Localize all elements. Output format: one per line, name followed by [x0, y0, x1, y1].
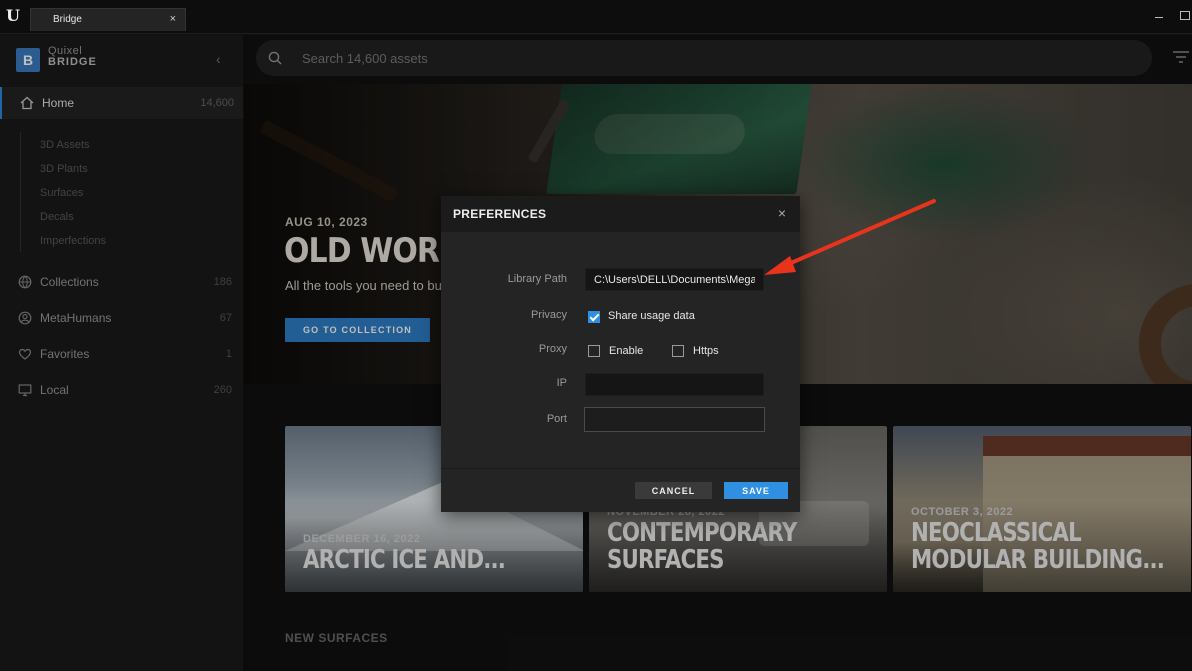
sidebar-item-collections[interactable]: Collections 186	[18, 272, 232, 292]
sidebar-item-local[interactable]: Local 260	[18, 380, 232, 400]
sidebar-item-count: 186	[213, 276, 232, 288]
sidebar: B Quixel BRIDGE ‹ Home 14,600 3D Assets …	[0, 35, 244, 671]
ip-input[interactable]	[585, 373, 764, 396]
sidebar-subitem-3d-assets[interactable]: 3D Assets	[40, 139, 90, 151]
proxy-enable-checkbox[interactable]	[588, 345, 600, 357]
sidebar-item-label: Collections	[40, 275, 99, 289]
hero-description: All the tools you need to bui	[285, 278, 445, 293]
monitor-icon	[18, 384, 32, 397]
sidebar-item-label: MetaHumans	[40, 311, 112, 325]
sidebar-subitem-surfaces[interactable]: Surfaces	[40, 187, 83, 199]
card-date: DECEMBER 16, 2022	[303, 533, 421, 545]
sidebar-item-home[interactable]: Home 14,600	[0, 87, 243, 119]
maximize-icon[interactable]	[1180, 11, 1190, 20]
share-usage-checkbox[interactable]	[588, 311, 600, 323]
brand-name: Quixel BRIDGE	[48, 46, 97, 68]
bridge-logo-icon: B	[16, 48, 40, 72]
tab-bridge[interactable]: Bridge ×	[30, 8, 186, 31]
sidebar-home-row: Home 14,600	[20, 93, 234, 113]
search-icon	[268, 51, 282, 65]
port-input[interactable]	[584, 407, 765, 432]
sidebar-item-label: Local	[40, 383, 69, 397]
section-title: NEW SURFACES	[285, 631, 388, 645]
title-bar: U Bridge ×	[0, 0, 1192, 34]
dialog-title: PREFERENCES	[453, 207, 547, 221]
proxy-label: Proxy	[538, 343, 567, 355]
sidebar-item-favorites[interactable]: Favorites 1	[18, 344, 232, 364]
heart-icon	[18, 348, 32, 360]
library-path-label: Library Path	[507, 273, 567, 285]
subnav-divider	[20, 132, 21, 252]
dialog-divider	[441, 468, 800, 469]
minimize-icon[interactable]	[1150, 6, 1164, 24]
filter-icon[interactable]	[1171, 49, 1191, 65]
port-label: Port	[546, 413, 567, 425]
sidebar-item-count: 14,600	[200, 97, 234, 109]
hero-date: AUG 10, 2023	[285, 215, 368, 229]
search-input[interactable]	[302, 49, 1102, 67]
search-bar[interactable]	[256, 40, 1152, 76]
card-title: NEOCLASSICAL MODULAR BUILDING...	[911, 518, 1165, 575]
tab-label: Bridge	[53, 14, 82, 25]
sidebar-subitem-decals[interactable]: Decals	[40, 211, 74, 223]
go-to-collection-button[interactable]: GO TO COLLECTION	[285, 318, 430, 342]
unreal-logo-icon: U	[6, 6, 20, 25]
tab-close-icon[interactable]: ×	[170, 13, 176, 25]
library-path-input[interactable]	[585, 268, 764, 291]
sidebar-item-label: Home	[42, 96, 75, 110]
ip-label: IP	[556, 377, 567, 389]
card-date: OCTOBER 3, 2022	[911, 506, 1014, 518]
privacy-label: Privacy	[530, 309, 567, 321]
card-title: ARCTIC ICE AND...	[303, 545, 506, 575]
proxy-https-checkbox[interactable]	[672, 345, 684, 357]
sidebar-subitem-imperfections[interactable]: Imperfections	[40, 235, 106, 247]
close-icon[interactable]: ×	[774, 205, 790, 221]
share-usage-label: Share usage data	[608, 310, 695, 322]
globe-icon	[18, 275, 32, 289]
proxy-enable-label: Enable	[609, 345, 644, 357]
home-icon	[20, 96, 34, 110]
sidebar-item-count: 1	[225, 348, 232, 360]
sidebar-item-metahumans[interactable]: MetaHumans 67	[18, 308, 232, 328]
dialog-header: PREFERENCES ×	[441, 196, 800, 232]
sidebar-item-count: 260	[213, 384, 232, 396]
sidebar-item-label: Favorites	[40, 347, 90, 361]
preferences-dialog: PREFERENCES × Library Path Privacy Share…	[441, 196, 800, 512]
save-button[interactable]: SAVE	[724, 482, 788, 499]
collection-card[interactable]: OCTOBER 3, 2022 NEOCLASSICAL MODULAR BUI…	[893, 426, 1191, 592]
brand-bridge: BRIDGE	[48, 56, 97, 68]
card-title: CONTEMPORARY SURFACES	[607, 518, 797, 575]
sidebar-subitem-3d-plants[interactable]: 3D Plants	[40, 163, 88, 175]
proxy-https-label: Https	[693, 345, 719, 357]
collapse-sidebar-icon[interactable]: ‹	[216, 51, 230, 67]
cancel-button[interactable]: CANCEL	[635, 482, 712, 499]
person-icon	[18, 311, 32, 325]
sidebar-item-count: 67	[219, 312, 232, 324]
